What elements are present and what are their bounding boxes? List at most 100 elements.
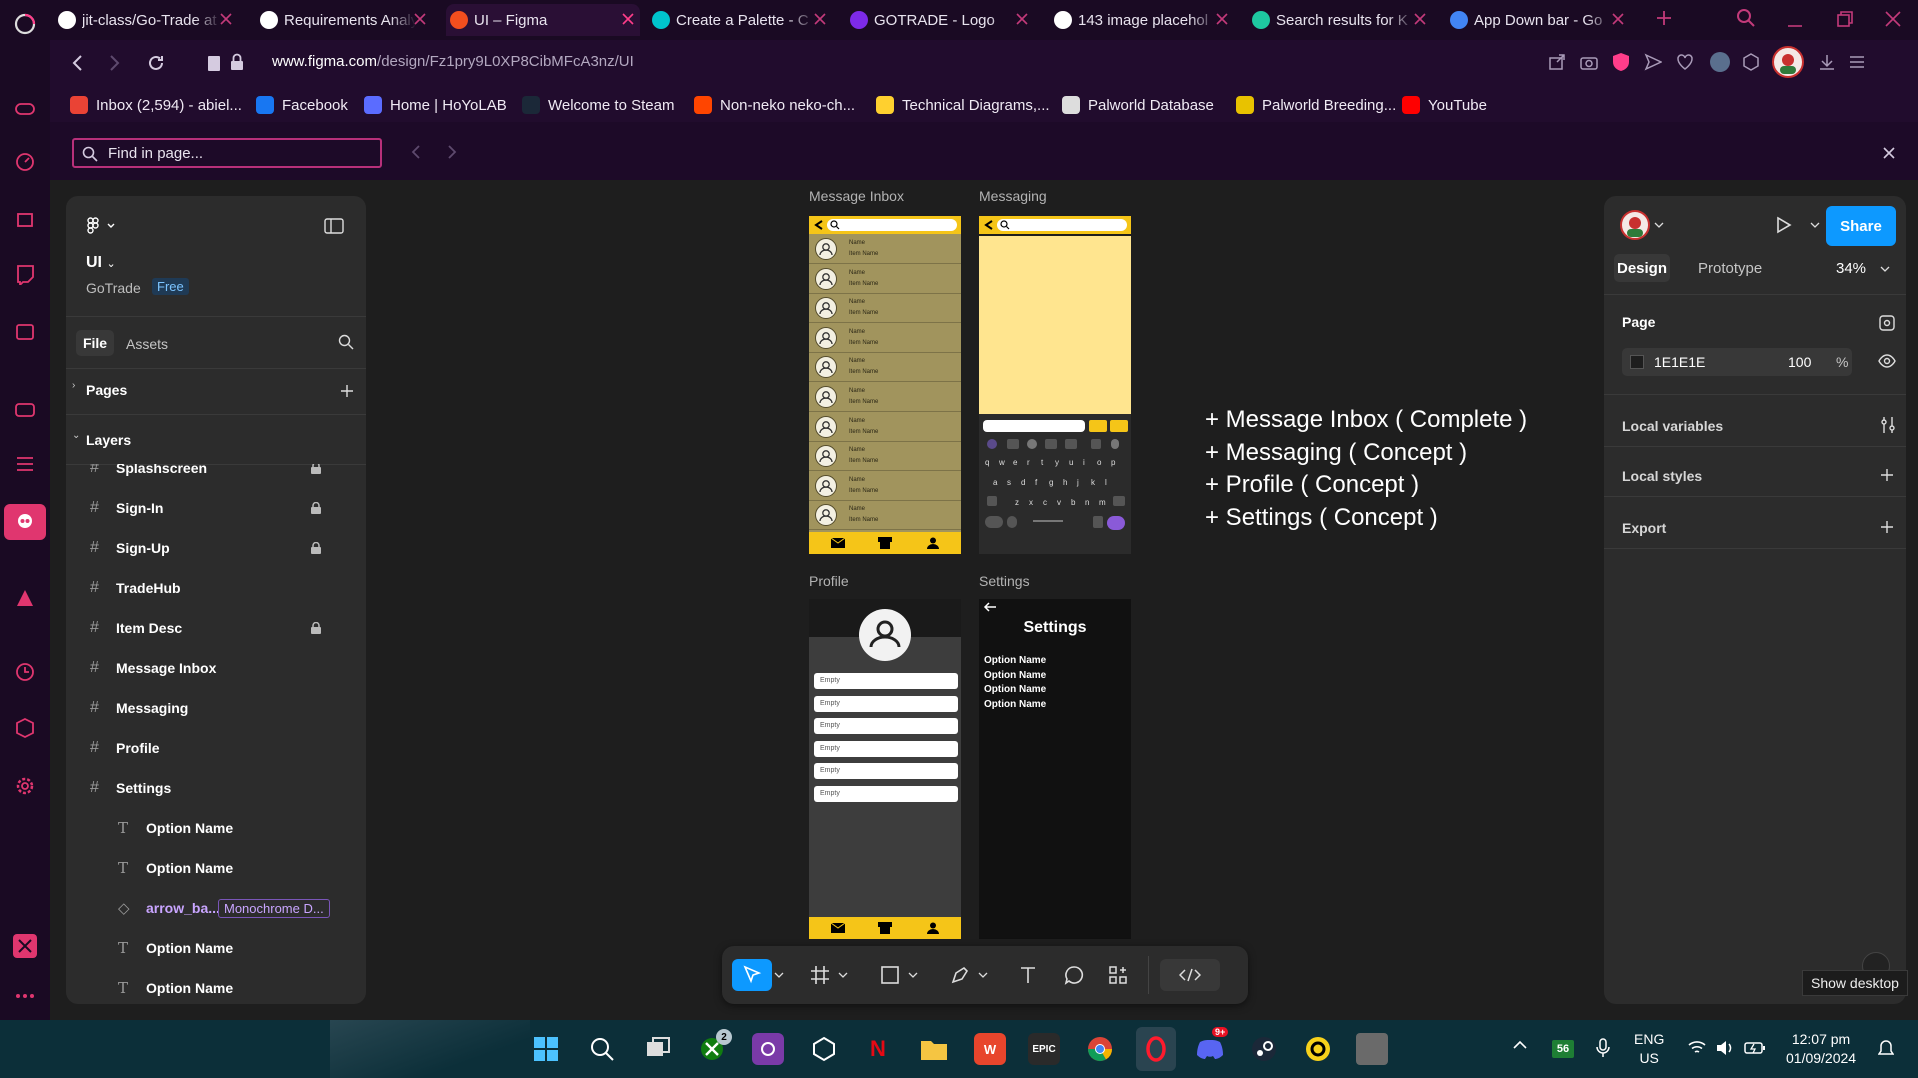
share-button[interactable]: Share xyxy=(1826,206,1896,246)
frame-message-inbox[interactable]: Name Item Name Name Item Name Name Item Name N… xyxy=(809,216,961,554)
tab-close-icon[interactable] xyxy=(1412,11,1428,27)
visibility-eye-icon[interactable] xyxy=(1878,354,1896,368)
tab-close-icon[interactable] xyxy=(1214,11,1230,27)
present-chevron-icon[interactable] xyxy=(1810,222,1820,228)
vpn-shield-icon[interactable] xyxy=(1612,52,1630,72)
layer-row[interactable]: # Sign-Up xyxy=(66,528,366,568)
download-icon[interactable] xyxy=(1818,53,1836,71)
lock-icon[interactable] xyxy=(230,53,244,71)
pages-header[interactable]: Pages xyxy=(86,382,127,398)
url-text[interactable]: www.figma.com/design/Fz1pry9L0XP8CibMFcA… xyxy=(272,53,634,70)
layer-row[interactable]: # Message Inbox xyxy=(66,648,366,688)
frame-profile[interactable]: Empty Empty Empty Empty Empty Empty xyxy=(809,599,961,939)
page-opacity[interactable]: 100 xyxy=(1788,354,1811,370)
extensions-cube-icon[interactable] xyxy=(1742,53,1760,71)
window-close-icon[interactable] xyxy=(1884,10,1902,28)
minimize-icon[interactable] xyxy=(1786,10,1804,28)
profile-avatar[interactable] xyxy=(1772,46,1804,78)
avatar-chevron-icon[interactable] xyxy=(1654,222,1664,228)
steam-icon[interactable] xyxy=(1248,1033,1280,1065)
layer-row[interactable]: T Option Name xyxy=(66,808,366,848)
bookmark-3[interactable]: Welcome to Steam xyxy=(522,94,674,116)
zoom-chevron-icon[interactable] xyxy=(1880,266,1890,272)
tab-prototype[interactable]: Prototype xyxy=(1698,260,1762,277)
move-tool-chevron-icon[interactable] xyxy=(772,959,786,991)
tab-design[interactable]: Design xyxy=(1614,254,1670,282)
find-close-icon[interactable] xyxy=(1882,146,1896,160)
frame-label-messaging[interactable]: Messaging xyxy=(979,188,1047,204)
tab-0[interactable]: jit-class/Go-Trade at xyxy=(54,4,238,36)
export-label[interactable]: Export xyxy=(1622,520,1666,536)
add-export-plus-icon[interactable] xyxy=(1880,520,1894,534)
add-style-plus-icon[interactable] xyxy=(1880,468,1894,482)
pen-tool-icon[interactable] xyxy=(944,959,976,991)
list-icon[interactable] xyxy=(13,452,37,476)
layer-row[interactable]: # Item Desc xyxy=(66,608,366,648)
tab-close-icon[interactable] xyxy=(412,11,428,27)
present-play-icon[interactable] xyxy=(1774,216,1792,234)
zoom-level[interactable]: 34% xyxy=(1836,260,1866,277)
dev-mode-code-icon[interactable] xyxy=(1160,959,1220,991)
layer-row[interactable]: T Option Name xyxy=(66,848,366,888)
frame-label-message-inbox[interactable]: Message Inbox xyxy=(809,188,904,204)
opera-taskbar-icon[interactable] xyxy=(1136,1027,1176,1071)
layer-search-icon[interactable] xyxy=(338,334,354,350)
heart-icon[interactable] xyxy=(1676,53,1694,71)
tab-5[interactable]: 143 image placehol xyxy=(1050,4,1234,36)
tab-4[interactable]: GOTRADE - Logo xyxy=(846,4,1034,36)
user-avatar[interactable] xyxy=(1620,210,1650,240)
taskbar-search-icon[interactable] xyxy=(586,1033,618,1065)
battery-icon[interactable] xyxy=(1744,1040,1766,1056)
discord-icon[interactable]: 9+ xyxy=(1194,1027,1229,1065)
tab-close-icon[interactable] xyxy=(1610,11,1626,27)
find-next-icon[interactable] xyxy=(446,144,458,160)
lock-icon[interactable] xyxy=(310,622,322,634)
game-thumbnail-icon[interactable] xyxy=(1356,1033,1388,1065)
tray-chevron-up-icon[interactable] xyxy=(1512,1040,1528,1050)
tab-close-icon[interactable] xyxy=(620,11,636,27)
project-name[interactable]: GoTrade xyxy=(86,280,141,296)
lock-icon[interactable] xyxy=(310,502,322,514)
opera-logo-icon[interactable] xyxy=(13,12,37,36)
shop-icon[interactable] xyxy=(13,206,37,230)
layer-row[interactable]: # Splashscreen xyxy=(66,464,366,488)
tab-close-icon[interactable] xyxy=(812,11,828,27)
page-styles-icon[interactable] xyxy=(1878,314,1896,332)
bookmark-7[interactable]: Palworld Breeding... xyxy=(1236,94,1396,116)
note-line[interactable]: + Settings ( Concept ) xyxy=(1205,504,1438,532)
tab-close-icon[interactable] xyxy=(1014,11,1030,27)
bookmark-6[interactable]: Palworld Database xyxy=(1062,94,1214,116)
norton-icon[interactable] xyxy=(1302,1033,1334,1065)
tab-7[interactable]: App Down bar - Go xyxy=(1446,4,1630,36)
frame-messaging[interactable]: qwer t y ui op as df ghj k l z x c v bnm xyxy=(979,216,1131,554)
local-styles-label[interactable]: Local styles xyxy=(1622,468,1702,484)
actions-tool-icon[interactable] xyxy=(1102,959,1134,991)
purple-app-icon[interactable] xyxy=(752,1033,784,1065)
layer-row[interactable]: T Option Name xyxy=(66,928,366,968)
layers-chevron-icon[interactable]: ⌄ xyxy=(72,430,80,441)
twitch-icon[interactable] xyxy=(13,262,37,286)
pen-tool-chevron-icon[interactable] xyxy=(976,959,990,991)
controller-icon[interactable] xyxy=(13,398,37,422)
bookmark-5[interactable]: Technical Diagrams,... xyxy=(876,94,1050,116)
chrome-icon[interactable] xyxy=(1084,1033,1116,1065)
reload-icon[interactable] xyxy=(146,53,166,73)
bookmark-1[interactable]: Facebook xyxy=(256,94,348,116)
frame-tool-icon[interactable] xyxy=(804,959,836,991)
language-indicator[interactable]: ENG US xyxy=(1634,1030,1664,1068)
local-variables-label[interactable]: Local variables xyxy=(1622,418,1723,434)
frame-label-settings[interactable]: Settings xyxy=(979,573,1030,589)
layer-row[interactable]: # Messaging xyxy=(66,688,366,728)
shape-tool-chevron-icon[interactable] xyxy=(906,959,920,991)
microphone-icon[interactable] xyxy=(1596,1038,1610,1058)
cursor-extension-icon[interactable] xyxy=(1710,52,1730,72)
notification-bell-icon[interactable] xyxy=(1878,1040,1894,1058)
find-prev-icon[interactable] xyxy=(410,144,422,160)
task-view-icon[interactable] xyxy=(642,1033,674,1065)
page-color-field[interactable]: 1E1E1E 100 % xyxy=(1622,348,1852,376)
new-tab-plus-icon[interactable] xyxy=(1656,10,1672,26)
figma-menu-icon[interactable] xyxy=(86,216,118,236)
lock-icon[interactable] xyxy=(310,542,322,554)
more-dots-icon[interactable] xyxy=(13,984,37,1008)
pinned-app-icon[interactable] xyxy=(13,934,37,958)
